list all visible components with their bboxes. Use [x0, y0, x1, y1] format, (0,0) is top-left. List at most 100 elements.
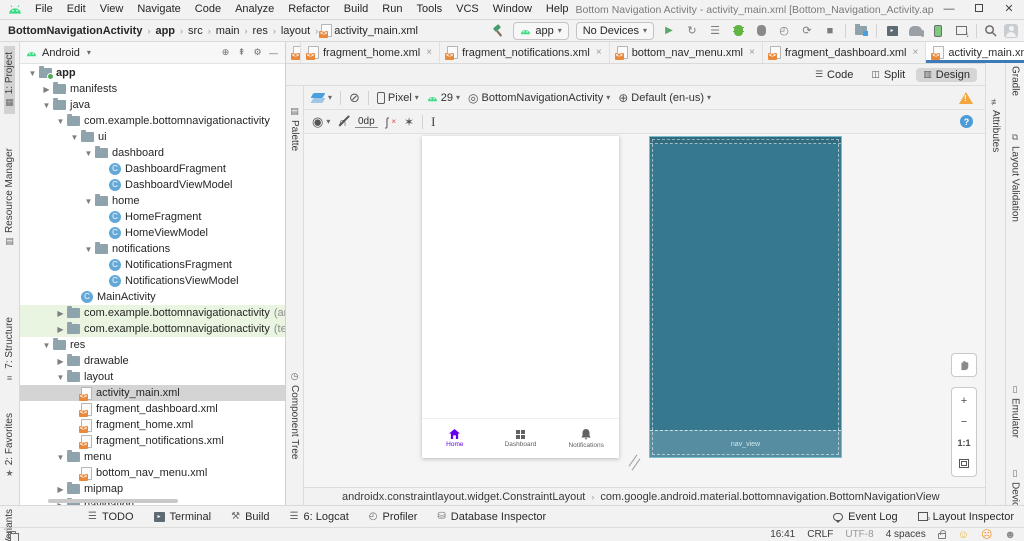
tree-row-fragment_dashboard.xml[interactable]: fragment_dashboard.xml — [20, 401, 285, 417]
device-manager-icon[interactable] — [930, 23, 946, 39]
tree-row-dashboard[interactable]: ▼ dashboard — [20, 145, 285, 161]
expanded-arrow-icon[interactable]: ▼ — [82, 245, 95, 254]
tree-row-mipmap[interactable]: ▶ mipmap — [20, 481, 285, 497]
tree-row-HomeViewModel[interactable]: C HomeViewModel — [20, 225, 285, 241]
breadcrumb-item[interactable]: activity_main.xml — [332, 25, 420, 37]
toolwindow--structure[interactable]: 7: Structure ≡ — [4, 311, 15, 389]
happy-face-icon[interactable]: ☺ — [958, 529, 969, 540]
collapsed-arrow-icon[interactable]: ▶ — [54, 309, 67, 318]
tab-fragment_notifications.xml[interactable]: fragment_notifications.xml × — [440, 42, 610, 63]
attributes-tab[interactable]: ≢ Attributes — [990, 90, 1001, 158]
view-options-eye-icon[interactable]: ◉ ▾ — [312, 114, 330, 130]
blueprint-nav-view[interactable]: nav_view — [650, 430, 841, 457]
tree-row-com.example.bottomnavigationactivity[interactable]: ▶ com.example.bottomnavigationactivity (te… — [20, 321, 285, 337]
breadcrumb-item[interactable]: main — [214, 25, 242, 37]
tab-close-icon[interactable]: × — [426, 47, 432, 58]
tab-fragment_home.xml[interactable]: fragment_home.xml × — [301, 42, 441, 63]
zoom-out-button[interactable]: − — [953, 412, 975, 431]
night-mode-icon[interactable]: ⊘ — [349, 90, 360, 106]
expanded-arrow-icon[interactable]: ▼ — [82, 197, 95, 206]
blueprint-preview[interactable]: nav_view — [649, 136, 842, 458]
tab-bottom_nav_menu.xml[interactable]: bottom_nav_menu.xml × — [610, 42, 763, 63]
toolwindow-button-todo[interactable]: ☰ TODO — [88, 511, 134, 523]
tree-row-res[interactable]: ▼ res — [20, 337, 285, 353]
apply-code-changes-button[interactable]: ☰ — [707, 23, 723, 39]
menu-navigate[interactable]: Navigate — [130, 0, 187, 19]
project-view-selector[interactable]: Android — [42, 47, 80, 59]
coverage-button[interactable]: ⟳ — [799, 23, 815, 39]
expanded-arrow-icon[interactable]: ▼ — [26, 69, 39, 78]
tree-row-java[interactable]: ▼ java — [20, 97, 285, 113]
gradle-sync-icon[interactable] — [907, 23, 924, 39]
build-hammer-icon[interactable] — [492, 23, 506, 38]
tab-close-icon[interactable]: × — [749, 47, 755, 58]
apply-changes-button[interactable]: ↻ — [684, 23, 700, 39]
menu-vcs[interactable]: VCS — [449, 0, 486, 19]
collapsed-arrow-icon[interactable]: ▶ — [40, 85, 53, 94]
tree-row-DashboardViewModel[interactable]: C DashboardViewModel — [20, 177, 285, 193]
view-mode-code[interactable]: ☰ Code — [808, 68, 860, 82]
locate-icon[interactable]: ⊕ — [220, 47, 231, 58]
indent-setting[interactable]: 4 spaces — [886, 529, 926, 540]
menu-analyze[interactable]: Analyze — [228, 0, 281, 19]
help-icon[interactable]: ? — [960, 115, 973, 128]
toolwindow-toggle-icon[interactable] — [8, 530, 19, 541]
device-select[interactable]: Pixel ▾ — [376, 91, 419, 104]
zoom-actual-button[interactable]: 1:1 — [953, 433, 975, 452]
view-mode-split[interactable]: ◫ Split — [864, 68, 912, 82]
menu-window[interactable]: Window — [486, 0, 539, 19]
tree-row-com.example.bottomnavigationactivity[interactable]: ▼ com.example.bottomnavigationactivity — [20, 113, 285, 129]
bottom-navigation-preview[interactable]: Home Dashboard Notifications — [422, 418, 619, 458]
menu-build[interactable]: Build — [337, 0, 375, 19]
expanded-arrow-icon[interactable]: ▼ — [40, 341, 53, 350]
tree-row-fragment_home.xml[interactable]: fragment_home.xml — [20, 417, 285, 433]
toolwindow-button-terminal[interactable]: ▸ Terminal — [153, 511, 211, 523]
toolwindow-button-database-inspector[interactable]: ⛁ Database Inspector — [437, 511, 546, 523]
sad-face-icon[interactable]: ☹ — [981, 529, 992, 540]
toolwindow--favorites[interactable]: 2: Favorites ★ — [4, 407, 15, 485]
line-ending[interactable]: CRLF — [807, 529, 833, 540]
tree-row-layout[interactable]: ▼ layout — [20, 369, 285, 385]
design-surface-layers-icon[interactable]: ▾ — [310, 92, 332, 104]
collapsed-arrow-icon[interactable]: ▶ — [54, 325, 67, 334]
infer-constraints-wand-icon[interactable]: ✶ — [404, 115, 414, 129]
tree-row-DashboardFragment[interactable]: C DashboardFragment — [20, 161, 285, 177]
tab-fragment_dashboard.xml[interactable]: fragment_dashboard.xml × — [763, 42, 927, 63]
tree-row-com.example.bottomnavigationactivity[interactable]: ▶ com.example.bottomnavigationactivity(an… — [20, 305, 285, 321]
profile-button[interactable]: ◴ — [776, 23, 792, 39]
pan-tool-button[interactable] — [951, 353, 977, 377]
menu-edit[interactable]: Edit — [60, 0, 93, 19]
profile-apk-folder-icon[interactable] — [853, 23, 869, 39]
tree-row-activity_main.xml[interactable]: activity_main.xml — [20, 385, 285, 401]
breadcrumb-item[interactable]: res — [251, 25, 270, 37]
tree-row-HomeFragment[interactable]: C HomeFragment — [20, 209, 285, 225]
tree-row-ui[interactable]: ▼ ui — [20, 129, 285, 145]
breadcrumb-item[interactable]: app — [153, 25, 177, 37]
toolwindow-button-layout-inspector[interactable]: Layout Inspector — [917, 511, 1014, 524]
toolwindow-button-6-logcat[interactable]: ☰ 6: Logcat — [290, 511, 349, 523]
menu-run[interactable]: Run — [375, 0, 409, 19]
design-preview-device[interactable]: Home Dashboard Notifications — [422, 136, 619, 458]
tree-row-MainActivity[interactable]: C MainActivity — [20, 289, 285, 305]
close-button[interactable]: ✕ — [994, 0, 1024, 19]
tab-close-icon[interactable]: × — [596, 47, 602, 58]
tree-row-menu[interactable]: ▼ menu — [20, 449, 285, 465]
toolwindow-layout-validation[interactable]: ⧉ Layout Validation — [1010, 126, 1021, 228]
expanded-arrow-icon[interactable]: ▼ — [54, 117, 67, 126]
nav-item-dashboard[interactable]: Dashboard — [488, 419, 554, 458]
expanded-arrow-icon[interactable]: ▼ — [40, 101, 53, 110]
settings-gear-icon[interactable]: ⚙ — [252, 47, 263, 58]
design-surface[interactable]: Home Dashboard Notifications nav_view + … — [304, 134, 985, 487]
device-resize-handle[interactable] — [626, 454, 642, 471]
menu-file[interactable]: File — [28, 0, 60, 19]
nav-item-home[interactable]: Home — [422, 419, 488, 458]
run-config-select[interactable]: app ▾ — [513, 21, 569, 40]
toolwindow-button-build[interactable]: ⚒ Build — [231, 511, 269, 523]
toolwindow-resource-manager[interactable]: Resource Manager ▤ — [4, 142, 15, 253]
sdk-manager-icon[interactable] — [953, 23, 970, 39]
expanded-arrow-icon[interactable]: ▼ — [82, 149, 95, 158]
menu-code[interactable]: Code — [188, 0, 228, 19]
component-breadcrumb-item[interactable]: androidx.constraintlayout.widget.Constra… — [342, 491, 585, 503]
breadcrumb-item[interactable]: BottomNavigationActivity — [6, 25, 144, 37]
attach-debugger-button[interactable] — [753, 23, 769, 39]
